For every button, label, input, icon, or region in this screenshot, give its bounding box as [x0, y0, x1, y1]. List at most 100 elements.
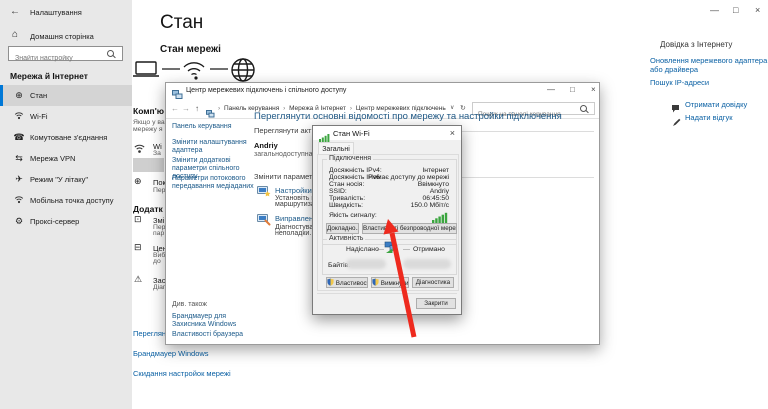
- network-reset-link[interactable]: Скидання настройок мережі: [133, 369, 231, 378]
- vpn-icon: ⇆: [12, 153, 26, 164]
- feedback-pencil-icon: [672, 114, 681, 132]
- sidebar-item-airplane-mode[interactable]: ✈ Режим "У літаку": [0, 169, 132, 190]
- desc-fragment: Діаг: [153, 284, 165, 291]
- network-status-icon: ⊕: [12, 90, 26, 101]
- sidebar-item-wifi[interactable]: Wi-Fi: [0, 106, 132, 127]
- sidebar-item-mobile-hotspot[interactable]: Мобільна точка доступу: [0, 190, 132, 211]
- sidebar-item-label: Мобільна точка доступу: [30, 196, 114, 205]
- chevron-down-icon[interactable]: ∨: [450, 104, 454, 111]
- see-also-title: Див. також: [172, 301, 254, 309]
- row-label: Тривалість:: [329, 195, 365, 202]
- windows-firewall-link[interactable]: Брандмауер Windows: [133, 349, 209, 358]
- laptop-icon: [136, 62, 156, 74]
- proxy-icon: ⚙: [12, 216, 26, 227]
- home-icon: ⌂: [12, 29, 18, 40]
- button-label: Властивості: [336, 280, 368, 287]
- uac-shield-icon: [327, 278, 334, 286]
- cpl-home-link[interactable]: Панель керування: [172, 123, 254, 131]
- properties-button-fragment[interactable]: [133, 158, 164, 172]
- sidebar-item-vpn[interactable]: ⇆ Мережа VPN: [0, 148, 132, 169]
- troubleshoot-icon: [257, 213, 271, 231]
- see-also-firewall-link[interactable]: Брандмауер для Захисника Windows: [172, 313, 254, 329]
- window-title: Центр мережевих підключень і спільного д…: [186, 87, 346, 94]
- row-value: 150.0 Мбіт/с: [411, 202, 449, 209]
- row-label: Досяжність IPv4:: [329, 167, 382, 174]
- search-icon: [107, 50, 114, 57]
- close-button[interactable]: Закрити: [416, 298, 456, 309]
- wifi-status-dialog: Стан Wi-Fi × Загальні Підключення Досяжн…: [312, 125, 462, 315]
- uac-shield-icon: [372, 278, 379, 286]
- help-link-find-ip[interactable]: Пошук IP-адреси: [650, 78, 768, 87]
- row-value: 06:45:50: [423, 195, 449, 202]
- settings-window-title: Налаштування: [30, 8, 82, 17]
- bytes-received-redacted: [403, 259, 451, 269]
- settings-search-input[interactable]: [13, 52, 113, 66]
- cpl-maximize-button[interactable]: □: [570, 85, 575, 94]
- cpl-minimize-button[interactable]: —: [547, 85, 555, 94]
- button-label: Вимкнути: [381, 280, 409, 287]
- printer-share-icon: ⊟: [134, 242, 142, 253]
- address-bar-icon: [206, 105, 215, 123]
- network-name: Andriy: [254, 141, 278, 150]
- wireless-properties-button[interactable]: Властивості безпроводної мережі: [362, 223, 457, 234]
- desc-fragment: пар: [153, 230, 164, 237]
- dialog-title: Стан Wi-Fi: [333, 129, 370, 138]
- sent-label: Надіслано: [346, 246, 379, 253]
- settings-search-box[interactable]: [8, 46, 123, 61]
- sidebar-item-label: Wi-Fi: [30, 112, 48, 121]
- nav-forward-icon[interactable]: →: [182, 104, 190, 113]
- settings-close-button[interactable]: ×: [755, 5, 760, 15]
- settings-maximize-button[interactable]: □: [733, 5, 738, 15]
- cpl-close-button[interactable]: ×: [591, 85, 596, 94]
- desc-fragment: до: [153, 258, 161, 265]
- nav-back-icon[interactable]: ←: [171, 104, 179, 113]
- sidebar-item-proxy[interactable]: ⚙ Проксі-сервер: [0, 211, 132, 232]
- sidebar-item-dialup[interactable]: ☎ Комутоване з'єднання: [0, 127, 132, 148]
- settings-occluded-content: Комп'ю Якщо у ва мережу я Wi За ⊕ Пок Пе…: [132, 100, 165, 345]
- details-button[interactable]: Докладно...: [326, 223, 359, 234]
- task-desc: неполадки.: [275, 230, 311, 237]
- help-panel-title: Довідка з Інтернету: [660, 40, 732, 49]
- get-help-link[interactable]: Отримати довідку: [685, 100, 747, 109]
- cpl-task-media-streaming[interactable]: Параметри потокового передавання медіада…: [172, 175, 254, 191]
- wifi-dot: [194, 76, 197, 79]
- sidebar-item-label: Комутоване з'єднання: [30, 133, 107, 142]
- signal-quality-label: Якість сигналу:: [329, 212, 377, 219]
- dash: —: [377, 246, 384, 253]
- wifi-icon: [12, 111, 26, 122]
- back-arrow-icon[interactable]: ←: [10, 6, 20, 17]
- help-link-adapter-driver[interactable]: Оновлення мережевого адаптера або драйве…: [650, 56, 768, 74]
- connection-group-label: Підключення: [327, 155, 373, 162]
- airplane-icon: ✈: [12, 174, 26, 185]
- diagnose-button[interactable]: Діагностика: [412, 277, 454, 288]
- received-label: Отримано: [413, 246, 445, 253]
- view-properties-link-fragment[interactable]: Переглян: [133, 329, 165, 338]
- feedback-link[interactable]: Надати відгук: [685, 113, 732, 122]
- bytes-sent-redacted: [346, 259, 386, 269]
- sidebar-item-label: Проксі-сервер: [30, 217, 79, 226]
- row-value: Andriy: [430, 188, 449, 195]
- dialog-close-icon[interactable]: ×: [450, 128, 455, 138]
- cpl-task-change-adapter[interactable]: Змінити налаштування адаптера: [172, 139, 254, 155]
- settings-minimize-button[interactable]: —: [710, 5, 719, 15]
- divider: [317, 293, 457, 294]
- sidebar-item-status[interactable]: ⊕ Стан: [0, 85, 132, 106]
- row-value: Ввімкнуто: [418, 181, 449, 188]
- desc-fragment: Якщо у ва: [133, 119, 165, 126]
- sidebar-section-title: Мережа й Інтернет: [10, 71, 88, 81]
- breadcrumb-sep: ›: [218, 105, 220, 112]
- disable-button[interactable]: Вимкнути: [371, 277, 409, 288]
- sidebar-item-label: Мережа VPN: [30, 154, 75, 163]
- activity-computers-icon: [384, 241, 399, 259]
- properties-button[interactable]: Властивості: [326, 277, 368, 288]
- selected-accent-bar: [0, 85, 3, 106]
- cpl-main-heading: Переглянути основні відомості про мережу…: [254, 111, 594, 122]
- advanced-settings-heading-fragment: Додатк: [133, 204, 163, 214]
- sidebar-item-home[interactable]: Домашня сторінка: [30, 32, 94, 41]
- row-label: Швидкість:: [329, 202, 363, 209]
- nav-up-icon[interactable]: ↑: [195, 104, 199, 113]
- row-value: Немає доступу до мережі: [368, 174, 449, 181]
- see-also-internet-options-link[interactable]: Властивості браузера: [172, 331, 254, 339]
- hotspot-icon: [12, 195, 26, 206]
- row-label: SSID:: [329, 188, 347, 195]
